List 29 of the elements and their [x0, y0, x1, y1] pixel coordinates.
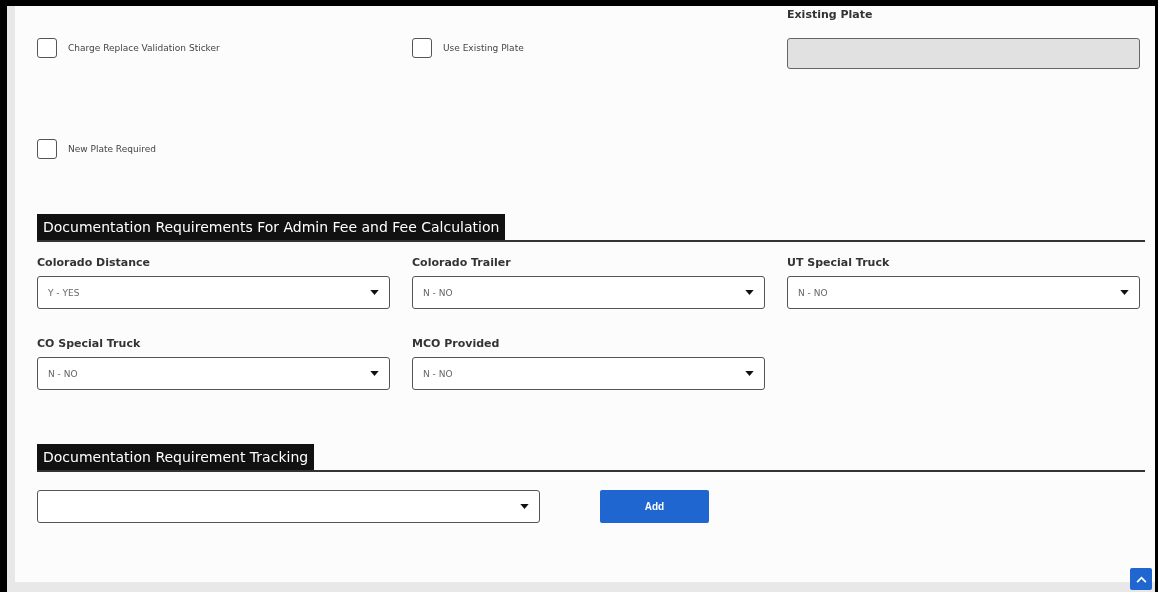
field-label: CO Special Truck — [37, 337, 142, 352]
dropdown[interactable]: N - NO — [37, 357, 390, 390]
checkbox-label: Charge Replace Validation Sticker — [68, 43, 220, 53]
checkbox-label: New Plate Required — [68, 144, 156, 154]
field-label: MCO Provided — [412, 337, 501, 352]
caret-icon — [370, 371, 379, 376]
caret-icon — [370, 290, 379, 295]
field-label: Existing Plate — [787, 8, 874, 23]
caret-icon — [520, 504, 529, 509]
dropdown[interactable]: N - NO — [412, 357, 765, 390]
chevron-up-icon — [1135, 575, 1147, 583]
field-label: UT Special Truck — [787, 256, 891, 271]
dropdown[interactable]: N - NO — [787, 276, 1140, 309]
caret-icon — [1120, 290, 1129, 295]
scroll-to-top-button[interactable] — [1130, 568, 1152, 590]
add-button[interactable]: Add — [600, 490, 709, 523]
dropdown[interactable]: Y - YES — [37, 276, 390, 309]
checkbox[interactable] — [37, 38, 57, 58]
checkbox[interactable] — [37, 139, 57, 159]
dropdown[interactable] — [37, 490, 540, 523]
caret-icon — [745, 290, 754, 295]
field-label: Colorado Trailer — [412, 256, 512, 271]
checkbox-label: Use Existing Plate — [443, 43, 524, 53]
field-label: Colorado Distance — [37, 256, 151, 271]
dropdown[interactable]: N - NO — [412, 276, 765, 309]
checkbox[interactable] — [412, 38, 432, 58]
caret-icon — [745, 371, 754, 376]
section-title: Documentation Requirements For Admin Fee and Fee Calculation — [37, 214, 506, 240]
section-title: Documentation Requirement Tracking — [37, 444, 315, 470]
